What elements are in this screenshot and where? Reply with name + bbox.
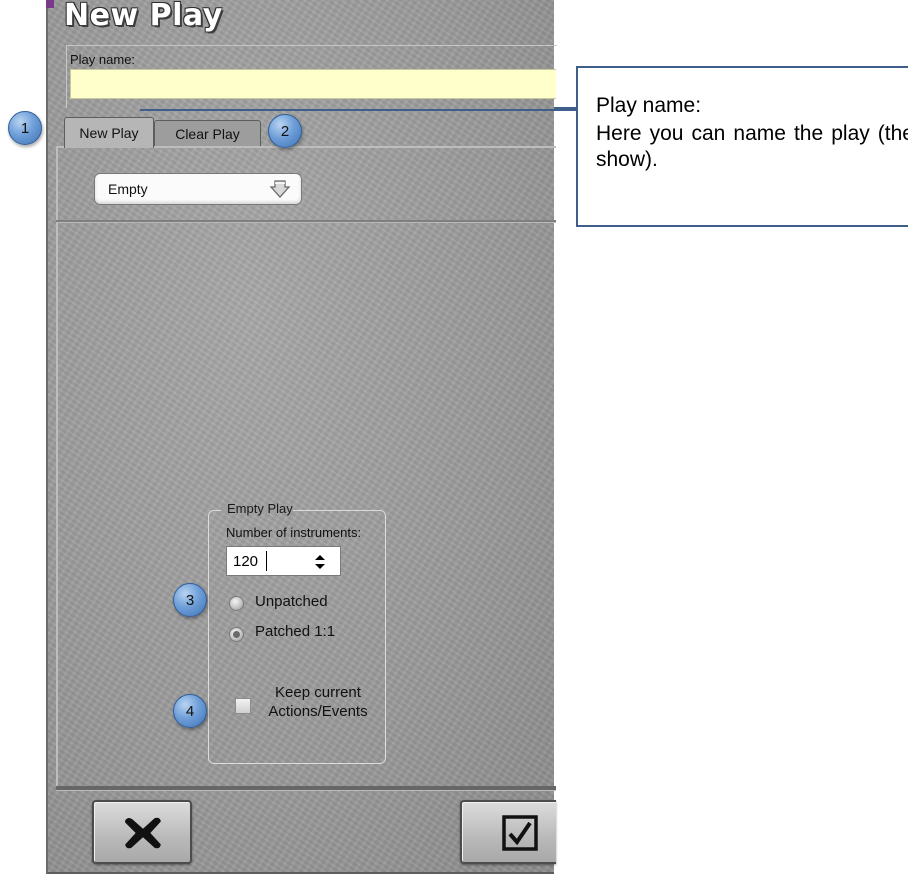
instruments-stepper[interactable]: 120	[226, 546, 341, 576]
callout-leader-connector	[554, 107, 576, 109]
marker-4-label: 4	[185, 702, 195, 720]
cancel-button[interactable]	[92, 800, 192, 864]
play-name-label: Play name:	[70, 52, 136, 67]
x-icon	[125, 817, 161, 849]
callout-leader-line	[140, 109, 578, 111]
keep-actions-checkbox[interactable]	[235, 698, 251, 714]
text-caret	[266, 551, 267, 571]
chevron-down-icon	[269, 180, 291, 198]
checkbox-check-icon	[502, 815, 538, 851]
marker-2: 2	[268, 114, 302, 148]
instruments-value: 120	[233, 553, 259, 570]
callout-body: Here you can name the play (the show).	[596, 122, 908, 171]
patched-radio[interactable]	[229, 627, 244, 642]
footer-divider	[56, 786, 556, 791]
tab-new-play-label: New Play	[79, 125, 139, 141]
keep-actions-label: Keep current Actions/Events	[268, 684, 368, 720]
tab-new-play[interactable]: New Play	[64, 117, 154, 148]
marker-3: 3	[173, 583, 207, 617]
marker-1-label: 1	[20, 119, 30, 137]
up-down-arrows-icon[interactable]	[314, 554, 326, 570]
callout-title: Play name:	[596, 94, 702, 117]
ok-button[interactable]	[460, 800, 556, 864]
unpatched-radio[interactable]	[229, 596, 244, 611]
patched-label: Patched 1:1	[255, 623, 336, 640]
marker-2-label: 2	[280, 122, 290, 140]
template-dropdown-value: Empty	[108, 181, 148, 197]
title-bar: New Play	[48, 0, 554, 40]
tab-clear-play-label: Clear Play	[175, 126, 240, 142]
play-name-input[interactable]	[70, 69, 556, 99]
template-dropdown[interactable]: Empty	[94, 173, 302, 205]
unpatched-label: Unpatched	[255, 593, 328, 610]
panel-divider	[56, 220, 556, 223]
window-title: New Play	[64, 0, 223, 33]
instruments-label: Number of instruments:	[226, 525, 362, 540]
tab-clear-play[interactable]: Clear Play	[154, 120, 261, 147]
marker-3-label: 3	[185, 591, 195, 609]
marker-4: 4	[173, 694, 207, 728]
empty-play-group-title: Empty Play	[227, 501, 293, 516]
marker-1: 1	[8, 111, 42, 145]
